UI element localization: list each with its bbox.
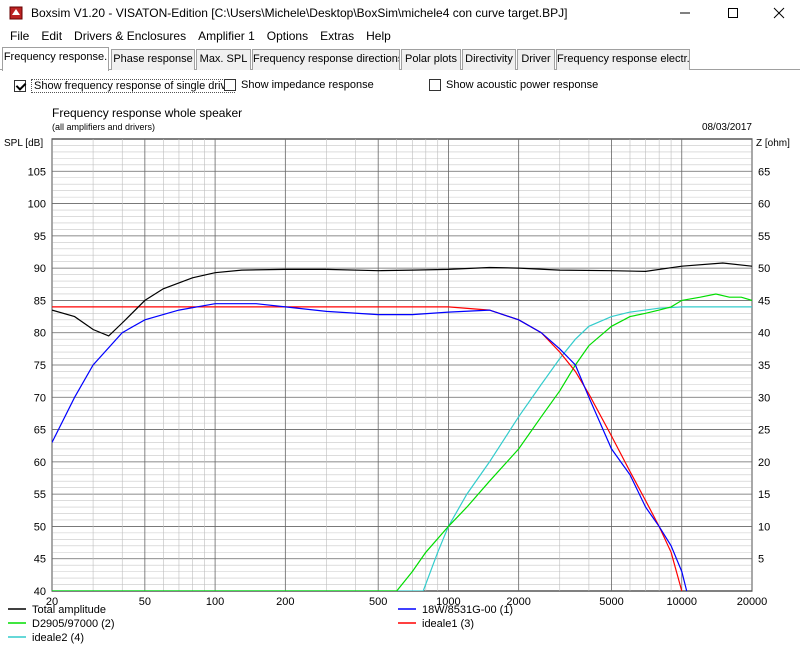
y-tick-label: 50 <box>34 521 46 533</box>
y2-tick-label: 45 <box>758 295 770 307</box>
close-icon[interactable] <box>756 0 800 26</box>
menu-extras[interactable]: Extras <box>314 26 360 46</box>
y2-tick-label: 5 <box>758 554 764 566</box>
legend-label: ideale1 (3) <box>422 618 474 630</box>
tab-frequency-response-directions[interactable]: Frequency response directions <box>252 49 400 70</box>
chart-legend: Total amplitude D2905/97000 (2) ideale2 (4… <box>8 604 513 644</box>
y2-tick-label: 10 <box>758 521 770 533</box>
x-tick-label: 200 <box>276 596 294 608</box>
y2-tick-label: 65 <box>758 166 770 178</box>
checkbox-unchecked-icon[interactable] <box>224 79 236 91</box>
legend-label: D2905/97000 (2) <box>32 618 115 630</box>
tab-polar-plots[interactable]: Polar plots <box>401 49 461 70</box>
y-tick-label: 70 <box>34 392 46 404</box>
menu-options[interactable]: Options <box>261 26 314 46</box>
tab-bar: Frequency response. Phase response Max. … <box>0 46 800 71</box>
y2-tick-label: 40 <box>758 328 770 340</box>
maximize-icon[interactable] <box>710 0 756 26</box>
chart-subtitle: (all amplifiers and drivers) <box>52 122 155 132</box>
y2-tick-label: 30 <box>758 392 770 404</box>
menu-bar: File Edit Drivers & Enclosures Amplifier… <box>0 26 800 46</box>
tab-frequency-response-electrical[interactable]: Frequency response electr.. <box>556 49 690 70</box>
checkbox-unchecked-icon[interactable] <box>429 79 441 91</box>
show-single-drive-label[interactable]: Show frequency response of single drive <box>31 79 236 93</box>
y2-tick-label: 15 <box>758 489 770 501</box>
legend-label: ideale2 (4) <box>32 632 84 644</box>
x-tick-label: 500 <box>369 596 387 608</box>
y2-tick-label: 25 <box>758 425 770 437</box>
minimize-icon[interactable] <box>662 0 708 26</box>
y-tick-label: 55 <box>34 489 46 501</box>
x-tick-label: 100 <box>206 596 224 608</box>
show-impedance-label[interactable]: Show impedance response <box>241 79 374 91</box>
show-acoustic-power-label[interactable]: Show acoustic power response <box>446 79 598 91</box>
tab-driver[interactable]: Driver <box>517 49 555 70</box>
y-tick-label: 80 <box>34 328 46 340</box>
y-tick-label: 60 <box>34 457 46 469</box>
y-tick-label: 40 <box>34 586 46 598</box>
chart-date: 08/03/2017 <box>702 122 752 133</box>
y-tick-label: 95 <box>34 231 46 243</box>
y-tick-label: 75 <box>34 360 46 372</box>
legend-label: 18W/8531G-00 (1) <box>422 604 513 616</box>
y-tick-label: 90 <box>34 263 46 275</box>
tab-frequency-response[interactable]: Frequency response. <box>2 47 109 71</box>
chart-title: Frequency response whole speaker <box>52 106 242 120</box>
show-acoustic-power-checkbox[interactable]: Show acoustic power response <box>429 79 598 91</box>
title-bar: Boxsim V1.20 - VISATON-Edition [C:\Users… <box>0 0 800 26</box>
menu-edit[interactable]: Edit <box>35 26 68 46</box>
y-tick-label: 65 <box>34 425 46 437</box>
y2-tick-label: 60 <box>758 199 770 211</box>
y-tick-label: 100 <box>28 199 46 211</box>
menu-drivers-enclosures[interactable]: Drivers & Enclosures <box>68 26 192 46</box>
frequency-response-chart: Frequency response whole speaker (all am… <box>4 106 790 644</box>
chart-grid <box>51 138 753 592</box>
tab-max-spl[interactable]: Max. SPL <box>196 49 251 70</box>
x-tick-label: 10000 <box>666 596 697 608</box>
boxsim-app-icon <box>9 6 23 20</box>
legend-label: Total amplitude <box>32 604 106 616</box>
x-tick-label: 20000 <box>737 596 768 608</box>
y-axis-label: SPL [dB] <box>4 138 43 149</box>
x-tick-label: 5000 <box>599 596 623 608</box>
x-tick-label: 50 <box>139 596 151 608</box>
y2-axis-label: Z [ohm] <box>756 138 790 149</box>
tab-directivity[interactable]: Directivity <box>462 49 516 70</box>
show-impedance-checkbox[interactable]: Show impedance response <box>224 79 374 91</box>
options-bar: Show frequency response of single drive … <box>0 71 800 99</box>
y-tick-label: 45 <box>34 554 46 566</box>
tab-phase-response[interactable]: Phase response <box>111 49 195 70</box>
y2-tick-label: 55 <box>758 231 770 243</box>
menu-help[interactable]: Help <box>360 26 397 46</box>
checkbox-checked-icon[interactable] <box>14 80 26 92</box>
y-tick-label: 105 <box>28 166 46 178</box>
menu-amplifier[interactable]: Amplifier 1 <box>192 26 261 46</box>
show-single-drive-checkbox[interactable]: Show frequency response of single drive <box>14 79 236 93</box>
menu-file[interactable]: File <box>4 26 35 46</box>
y2-tick-label: 35 <box>758 360 770 372</box>
y2-tick-label: 50 <box>758 263 770 275</box>
window-title: Boxsim V1.20 - VISATON-Edition [C:\Users… <box>31 6 568 20</box>
y-tick-label: 85 <box>34 295 46 307</box>
y2-tick-label: 20 <box>758 457 770 469</box>
